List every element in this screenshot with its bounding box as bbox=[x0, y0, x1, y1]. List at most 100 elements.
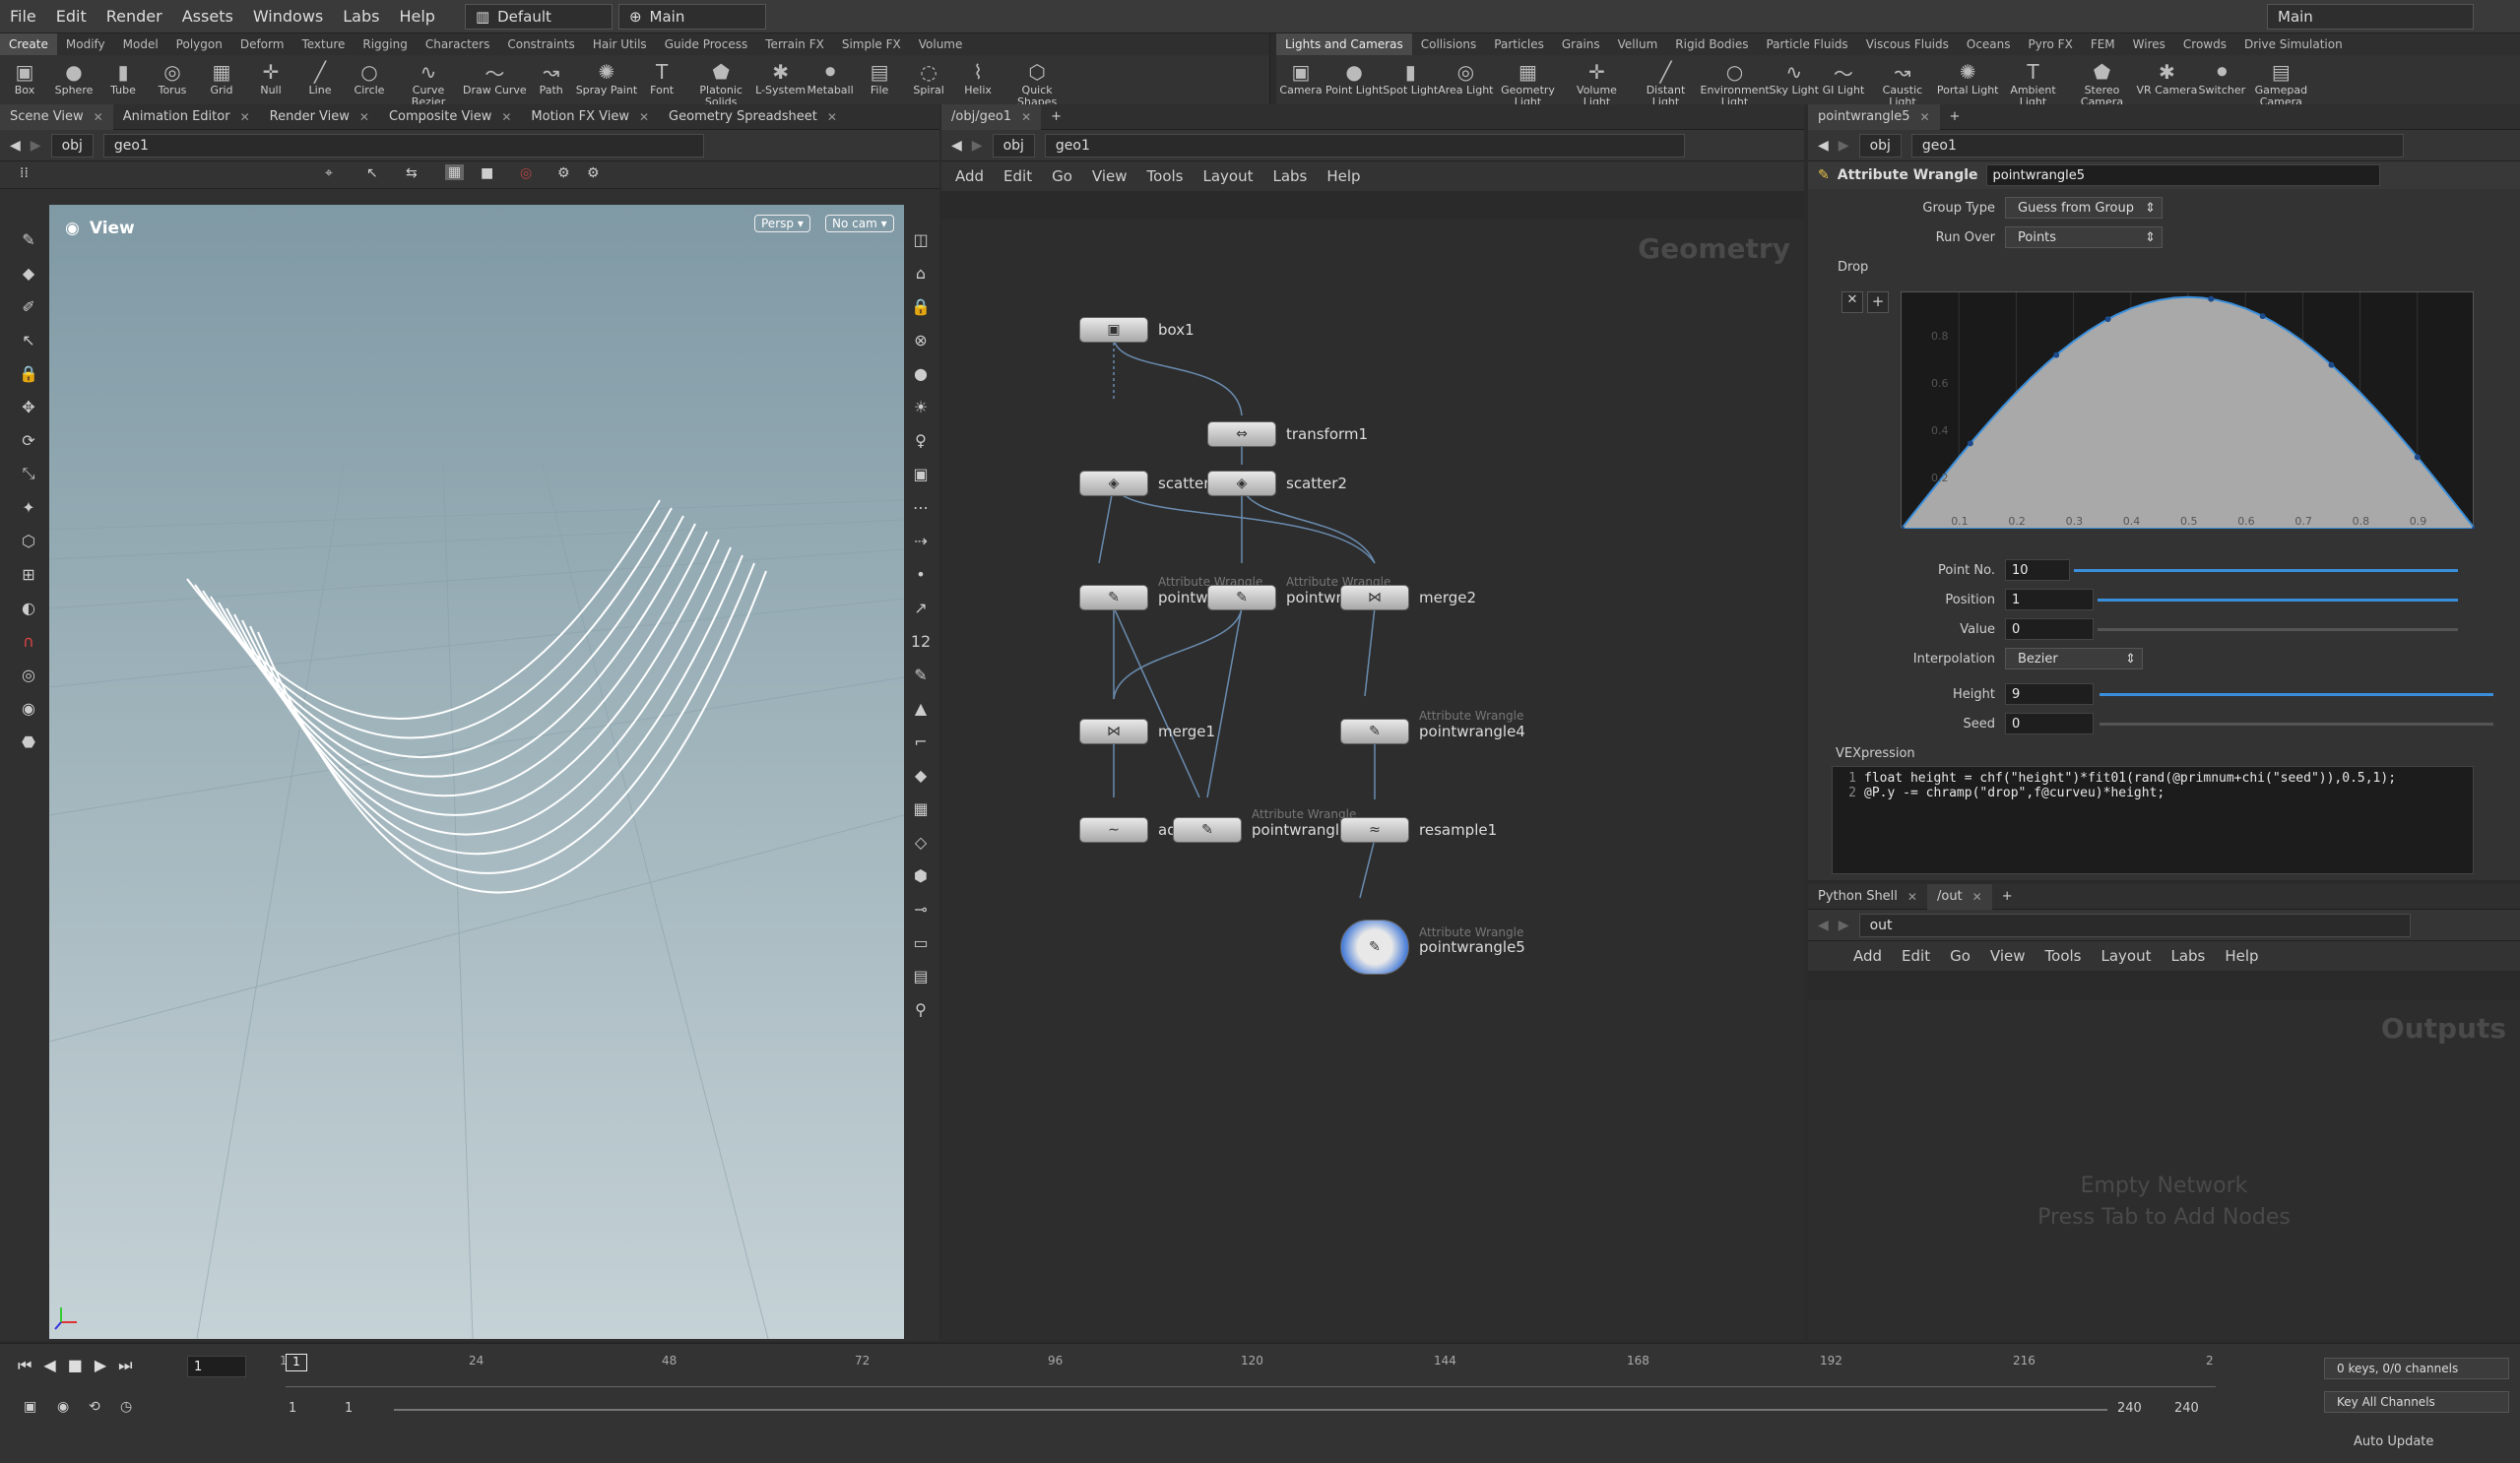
node-body[interactable]: ✎ bbox=[1079, 585, 1148, 610]
menu-render[interactable]: Render bbox=[97, 0, 172, 33]
shelf-left-tool[interactable]: ↝ Path bbox=[527, 55, 576, 96]
node-merge1[interactable]: ⋈ merge1 bbox=[1079, 719, 1215, 744]
shelf-right-tool[interactable]: ⚫ Switcher bbox=[2197, 55, 2246, 96]
shelf-right-tool[interactable]: ◎ Area Light bbox=[1438, 55, 1493, 96]
menu-labs[interactable]: Labs bbox=[2170, 947, 2205, 965]
menu-help[interactable]: Help bbox=[389, 0, 444, 33]
shelf-left-tool[interactable]: ⌇ Helix bbox=[953, 55, 1002, 96]
select-mode-icon[interactable]: ↖ bbox=[366, 165, 378, 181]
shelf-right-tab[interactable]: Oceans bbox=[1958, 33, 2020, 55]
loop-icon[interactable]: ⟲ bbox=[89, 1399, 100, 1415]
shelf-left-tab[interactable]: Terrain FX bbox=[756, 33, 833, 55]
shelf-left-tool[interactable]: ▣ Box bbox=[0, 55, 49, 96]
shelf-left-tool[interactable]: ╱ Line bbox=[295, 55, 345, 96]
ghost-icon[interactable]: ⇆ bbox=[406, 165, 418, 181]
forward-arrow-icon[interactable]: ▶ bbox=[1839, 918, 1849, 933]
shelf-right-tab[interactable]: FEM bbox=[2082, 33, 2124, 55]
node-body[interactable]: ◈ bbox=[1207, 471, 1276, 496]
crumb-geo1[interactable]: geo1 bbox=[1044, 133, 1685, 158]
rotate-icon[interactable]: ⟳ bbox=[16, 427, 41, 453]
right-context-select[interactable]: Main bbox=[2267, 3, 2474, 30]
shelf-left-tool[interactable]: ▮ Tube bbox=[98, 55, 148, 96]
close-icon[interactable]: ✕ bbox=[94, 104, 103, 130]
handle-icon[interactable]: ✎ bbox=[16, 226, 41, 252]
shelf-left-tab[interactable]: Characters bbox=[417, 33, 499, 55]
shelf-left-tab[interactable]: Simple FX bbox=[833, 33, 910, 55]
viewport[interactable]: ◉ View Persp ▾ No cam ▾ bbox=[49, 205, 904, 1339]
ramp-remove-button[interactable]: ✕ bbox=[1842, 291, 1863, 313]
tab-render-view[interactable]: Render View ✕ bbox=[260, 104, 379, 130]
menu-help[interactable]: Help bbox=[2225, 947, 2258, 965]
shelf-right-tool[interactable]: ▤ Gamepad Camera bbox=[2246, 55, 2315, 108]
node-body[interactable]: ✎ bbox=[1207, 585, 1276, 610]
height-field[interactable]: 9 bbox=[2005, 683, 2094, 705]
add-tab-button[interactable]: + bbox=[1041, 104, 1071, 130]
camera-tool-icon[interactable]: ◐ bbox=[16, 595, 41, 620]
menu-labs[interactable]: Labs bbox=[333, 0, 389, 33]
ramp-key[interactable] bbox=[2414, 454, 2421, 461]
normals-icon[interactable]: ⇢ bbox=[908, 528, 934, 553]
shelf-left-tool[interactable]: ○ Circle bbox=[345, 55, 394, 96]
seed-field[interactable]: 0 bbox=[2005, 713, 2094, 734]
tab-geometry-spreadsheet[interactable]: Geometry Spreadsheet ✕ bbox=[659, 104, 847, 130]
go-end-icon[interactable]: ⏭ bbox=[118, 1356, 132, 1375]
start-frame[interactable]: 1 bbox=[289, 1401, 296, 1416]
shelf-left-tab[interactable]: Volume bbox=[910, 33, 972, 55]
ramp-key[interactable] bbox=[2104, 316, 2111, 323]
close-icon[interactable]: ✕ bbox=[359, 104, 369, 130]
pin-icon[interactable]: ⚲ bbox=[908, 996, 934, 1022]
point-no-slider[interactable] bbox=[2074, 568, 2458, 572]
shelf-right-tool[interactable]: ∿ Sky Light bbox=[1770, 55, 1819, 96]
auto-update[interactable]: Auto Update bbox=[2354, 1434, 2433, 1449]
grid-dots-icon[interactable]: ⁞⁞ bbox=[20, 165, 29, 181]
shelf-right-tab[interactable]: Crowds bbox=[2174, 33, 2235, 55]
node-box1[interactable]: ▣ box1 bbox=[1079, 317, 1195, 343]
current-frame-field[interactable]: 1 bbox=[187, 1356, 246, 1377]
menu-edit[interactable]: Edit bbox=[46, 0, 97, 33]
node-body[interactable]: ✎ bbox=[1340, 920, 1409, 975]
fill-icon[interactable]: ▲ bbox=[908, 695, 934, 721]
keys-display[interactable]: 0 keys, 0/0 channels bbox=[2324, 1358, 2509, 1379]
close-icon[interactable]: ✕ bbox=[1972, 884, 1982, 910]
back-arrow-icon[interactable]: ◀ bbox=[951, 138, 962, 154]
menu-edit[interactable]: Edit bbox=[1003, 167, 1032, 185]
end-frame[interactable]: 240 bbox=[2117, 1401, 2142, 1416]
tab-composite-view[interactable]: Composite View ✕ bbox=[379, 104, 521, 130]
shelf-left-tool[interactable]: 〜 Draw Curve bbox=[463, 55, 527, 96]
realtime-icon[interactable]: ◷ bbox=[120, 1399, 132, 1415]
shelf-right-tool[interactable]: ↝ Caustic Light bbox=[1868, 55, 1937, 108]
menu-windows[interactable]: Windows bbox=[243, 0, 333, 33]
close-icon[interactable]: ✕ bbox=[501, 104, 511, 130]
node-body[interactable]: ◈ bbox=[1079, 471, 1148, 496]
shelf-left-tab[interactable]: Model bbox=[114, 33, 167, 55]
node-scatter1[interactable]: ◈ scatter1 bbox=[1079, 471, 1219, 496]
forward-arrow-icon[interactable]: ▶ bbox=[1839, 138, 1849, 154]
view-icon[interactable]: ⊞ bbox=[16, 561, 41, 587]
shelf-right-tab[interactable]: Wires bbox=[2124, 33, 2174, 55]
shelf-left-tab[interactable]: Deform bbox=[231, 33, 293, 55]
shelf-left-tab[interactable]: Polygon bbox=[167, 33, 231, 55]
shelf-right-tool[interactable]: ▣ Camera bbox=[1276, 55, 1325, 96]
snap-icon[interactable]: ⌖ bbox=[325, 165, 333, 181]
ramp-editor[interactable]: 0.1 0.2 0.3 0.4 0.5 0.6 0.7 0.8 0.9 0.8 0.6 0.4 0.2 bbox=[1901, 291, 2475, 529]
ramp-key[interactable] bbox=[1967, 440, 1973, 447]
shelf-right-tab[interactable]: Grains bbox=[1553, 33, 1609, 55]
forward-arrow-icon[interactable]: ▶ bbox=[31, 138, 41, 154]
shelf-left-tab[interactable]: Texture bbox=[292, 33, 354, 55]
vex-editor[interactable]: 1 float height = chf("height")*fit01(rand… bbox=[1832, 766, 2474, 874]
menu-view[interactable]: View bbox=[1990, 947, 2026, 965]
tab-scene-view[interactable]: Scene View ✕ bbox=[0, 103, 113, 130]
record-icon[interactable]: ◎ bbox=[520, 165, 532, 181]
crumb-geo1[interactable]: geo1 bbox=[102, 133, 704, 158]
network-editor[interactable]: Geometry ▣ box1 ⇔ transform1 ◈ scatter1 ◈ scatt… bbox=[941, 219, 1804, 1341]
light2-icon[interactable]: ♀ bbox=[908, 427, 934, 453]
light-icon[interactable]: ☀ bbox=[908, 394, 934, 419]
close-icon[interactable]: ✕ bbox=[1907, 884, 1917, 910]
dot-icon[interactable]: • bbox=[908, 561, 934, 587]
back-arrow-icon[interactable]: ◀ bbox=[10, 138, 21, 154]
shelf-right-tab[interactable]: Viscous Fluids bbox=[1857, 33, 1958, 55]
shelf-left-tool[interactable]: ▤ File bbox=[855, 55, 904, 96]
end-frame-2[interactable]: 240 bbox=[2174, 1401, 2199, 1416]
node-pointwrangle3[interactable]: ✎ pointwrangle3 Attribute Wrangle bbox=[1173, 807, 1358, 843]
menu-tools[interactable]: Tools bbox=[1147, 167, 1184, 185]
